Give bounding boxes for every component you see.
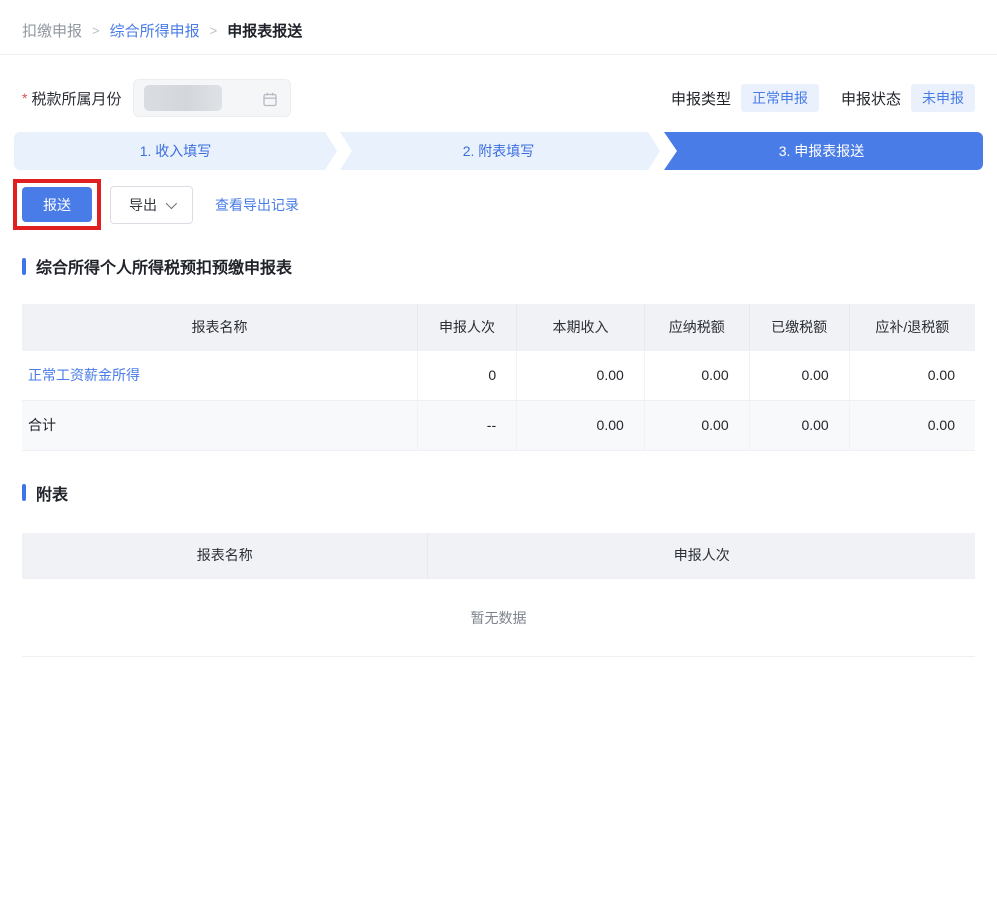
export-button-label: 导出 bbox=[129, 196, 157, 213]
breadcrumb-item-withholding[interactable]: 扣缴申报 bbox=[22, 20, 82, 41]
appendix-section-title: 附表 bbox=[22, 481, 975, 505]
table-row-total: 合计 -- 0.00 0.00 0.00 0.00 bbox=[22, 399, 975, 451]
tax-month-label: 税款所属月份 bbox=[31, 90, 122, 108]
header-tax-due-refund: 应补/退税额 bbox=[849, 304, 975, 350]
declare-type-badge: 正常申报 bbox=[740, 84, 819, 112]
cell-persons-total: -- bbox=[417, 399, 518, 451]
cell-payable: 0.00 bbox=[644, 349, 750, 400]
report-link-normal-salary[interactable]: 正常工资薪金所得 bbox=[28, 367, 140, 383]
declare-type-pair: 申报类型 正常申报 bbox=[671, 84, 819, 112]
tax-month-input[interactable] bbox=[133, 79, 292, 117]
declare-type-label: 申报类型 bbox=[670, 90, 731, 108]
empty-state-text: 暂无数据 bbox=[22, 578, 975, 657]
cell-payable-total: 0.00 bbox=[644, 399, 750, 451]
breadcrumb-separator-icon: > bbox=[92, 23, 100, 38]
table-row-normal-salary: 正常工资薪金所得 0 0.00 0.00 0.00 0.00 bbox=[22, 349, 975, 400]
breadcrumb-separator-icon: > bbox=[209, 23, 218, 38]
header-tax-payable: 应纳税额 bbox=[644, 304, 750, 350]
calendar-icon[interactable] bbox=[262, 91, 278, 110]
step-appendix-entry[interactable]: 2. 附表填写 bbox=[337, 132, 660, 170]
cell-paid: 0.00 bbox=[749, 349, 850, 400]
cell-income-total: 0.00 bbox=[516, 399, 645, 451]
declaration-status-group: 申报类型 正常申报 申报状态 未申报 bbox=[671, 84, 975, 112]
tax-month-field-group: * 税款所属月份 bbox=[22, 79, 292, 117]
header-report-name: 报表名称 bbox=[22, 304, 418, 350]
cell-due-refund-total: 0.00 bbox=[849, 399, 975, 451]
appendix-table: 报表名称 申报人次 暂无数据 bbox=[22, 532, 975, 657]
appendix-title-text: 附表 bbox=[36, 486, 69, 504]
redacted-month-value bbox=[144, 85, 223, 111]
form-status-row: * 税款所属月份 申报类型 正常申报 申报状态 未申报 bbox=[22, 79, 975, 117]
red-highlight-annotation: 报送 bbox=[13, 179, 101, 230]
main-report-title-text: 综合所得个人所得税预扣预缴申报表 bbox=[36, 260, 293, 277]
appendix-header-report-name: 报表名称 bbox=[22, 532, 429, 579]
chevron-down-icon bbox=[165, 197, 178, 209]
cell-paid-total: 0.00 bbox=[749, 399, 850, 451]
step-income-entry[interactable]: 1. 收入填写 bbox=[14, 132, 337, 170]
breadcrumb-item-current-page: 申报表报送 bbox=[227, 23, 303, 40]
view-export-records-link[interactable]: 查看导出记录 bbox=[215, 195, 299, 215]
main-table-header-row: 报表名称 申报人次 本期收入 应纳税额 已缴税额 应补/退税额 bbox=[22, 304, 975, 350]
cell-income: 0.00 bbox=[516, 349, 645, 400]
section-accent-bar bbox=[22, 257, 26, 275]
header-current-income: 本期收入 bbox=[516, 304, 645, 350]
submit-button[interactable]: 报送 bbox=[22, 187, 92, 222]
step-report-submit-active[interactable]: 3. 申报表报送 bbox=[664, 132, 983, 170]
appendix-header-declared-persons: 申报人次 bbox=[427, 532, 975, 579]
declare-status-pair: 申报状态 未申报 bbox=[841, 84, 975, 112]
main-report-section-title: 综合所得个人所得税预扣预缴申报表 bbox=[22, 254, 975, 278]
breadcrumb-item-comprehensive-income[interactable]: 综合所得申报 bbox=[110, 20, 200, 41]
cell-due-refund: 0.00 bbox=[849, 349, 975, 400]
header-declared-persons: 申报人次 bbox=[417, 304, 518, 350]
appendix-empty-row: 暂无数据 bbox=[22, 578, 975, 657]
header-tax-paid: 已缴税额 bbox=[749, 304, 850, 350]
total-label: 合计 bbox=[22, 399, 418, 451]
declare-status-label: 申报状态 bbox=[840, 90, 901, 108]
toolbar: 报送 导出 查看导出记录 bbox=[13, 179, 997, 230]
breadcrumb: 扣缴申报 > 综合所得申报 > 申报表报送 bbox=[0, 0, 997, 55]
section-accent-bar bbox=[22, 484, 26, 501]
step-indicator: 1. 收入填写 2. 附表填写 3. 申报表报送 bbox=[14, 132, 983, 170]
cell-persons: 0 bbox=[417, 349, 518, 400]
declare-status-badge: 未申报 bbox=[911, 84, 975, 112]
main-report-table: 报表名称 申报人次 本期收入 应纳税额 已缴税额 应补/退税额 正常工资薪金所得… bbox=[22, 304, 975, 451]
required-asterisk: * bbox=[22, 90, 28, 106]
export-dropdown-button[interactable]: 导出 bbox=[110, 185, 193, 224]
appendix-header-row: 报表名称 申报人次 bbox=[22, 532, 975, 579]
